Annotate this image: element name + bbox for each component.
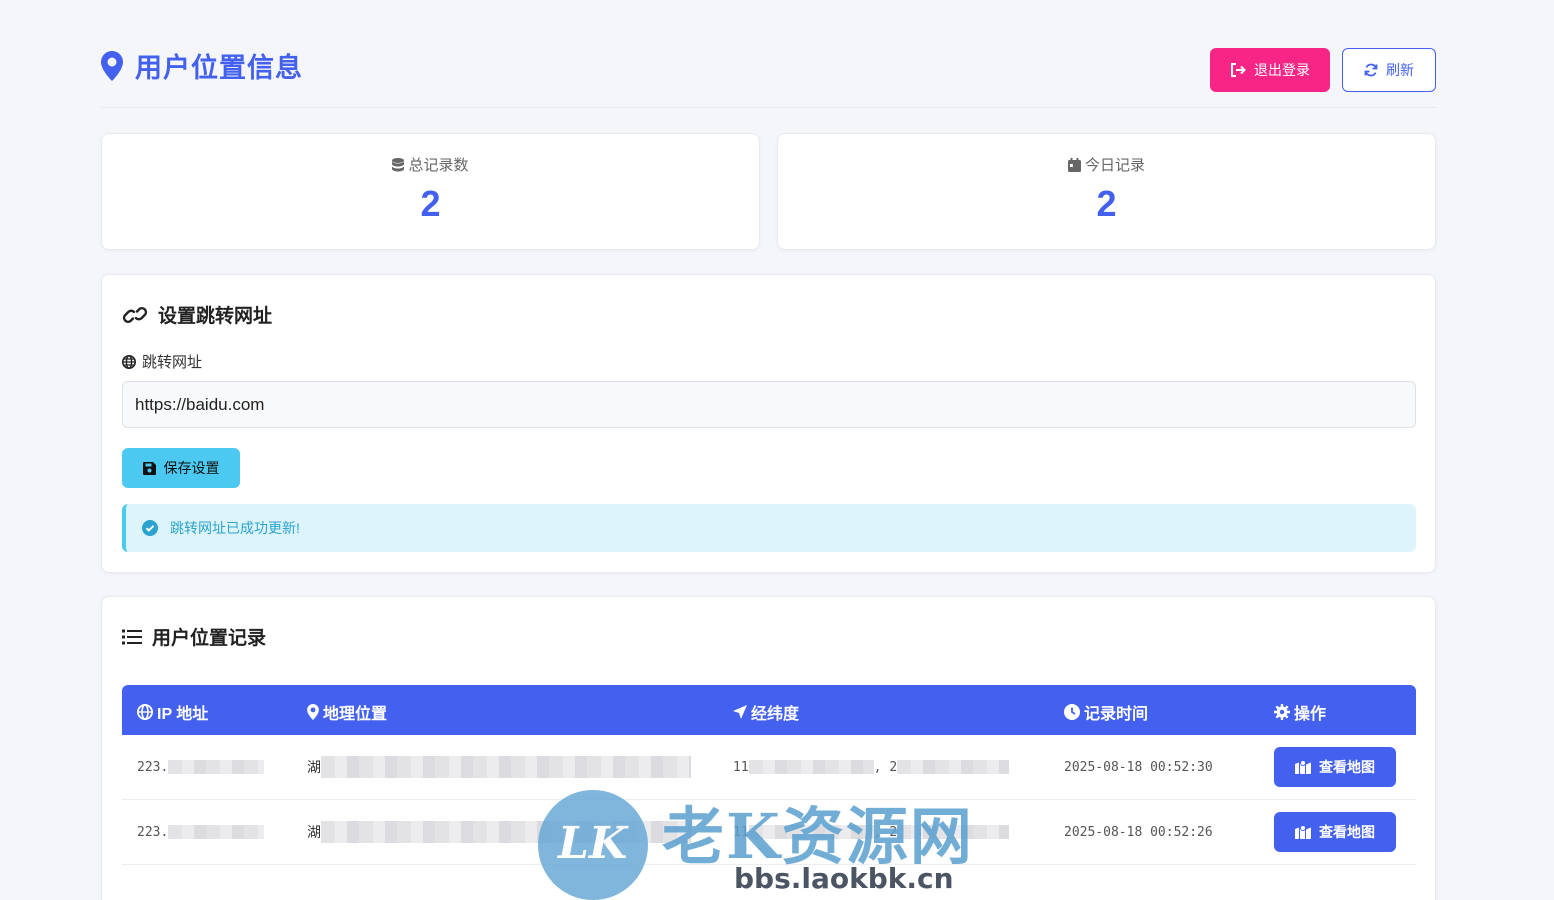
globe-icon [137, 704, 153, 720]
redirect-settings-card: 设置跳转网址 跳转网址 保存设置 跳转网址已成功更新! [101, 274, 1436, 573]
ip-cell: 223. [137, 735, 265, 799]
stat-total-label: 总记录数 [408, 157, 469, 174]
page-header: 用户位置信息 退出登录 刷新 [101, 0, 1436, 108]
table-row: 223. 湖 11, 2 2025-08-18 00:52:26 查看地图 [122, 800, 1416, 865]
redirect-url-input[interactable] [122, 381, 1416, 428]
time-cell: 2025-08-18 00:52:26 [1064, 824, 1213, 840]
link-icon [122, 306, 148, 323]
stat-card-total: 总记录数 2 [101, 133, 760, 250]
action-cell: 查看地图 [1274, 800, 1396, 864]
save-settings-button[interactable]: 保存设置 [122, 448, 240, 488]
redacted-block [168, 760, 265, 774]
gear-icon [1274, 704, 1290, 720]
table-header: IP 地址 地理位置 经纬度 记录时间 操作 [122, 685, 1416, 735]
redacted-block [168, 825, 265, 839]
page-title: 用户位置信息 [101, 46, 303, 85]
map-pin-icon [101, 50, 123, 81]
success-alert-text: 跳转网址已成功更新! [170, 520, 300, 536]
stat-today-label: 今日记录 [1084, 157, 1145, 174]
records-title-text: 用户位置记录 [152, 628, 267, 649]
view-map-button[interactable]: 查看地图 [1274, 747, 1396, 787]
page-container: 用户位置信息 退出登录 刷新 总记录数 2 今日记录 2 设置跳转网址 跳转网址… [101, 0, 1436, 900]
refresh-icon [1364, 63, 1378, 77]
column-coordinates: 经纬度 [733, 700, 799, 724]
clock-icon [1064, 704, 1080, 720]
time-cell: 2025-08-18 00:52:30 [1064, 759, 1213, 775]
success-alert: 跳转网址已成功更新! [122, 504, 1416, 552]
redacted-block [321, 756, 691, 778]
stat-card-today: 今日记录 2 [777, 133, 1436, 250]
save-icon [142, 461, 156, 475]
column-location: 地理位置 [307, 700, 387, 724]
calendar-icon [1067, 157, 1081, 172]
column-actions: 操作 [1274, 700, 1326, 724]
ip-cell: 223. [137, 800, 265, 864]
redacted-block [321, 821, 691, 843]
column-ip: IP 地址 [137, 700, 208, 724]
records-title: 用户位置记录 [122, 623, 266, 650]
location-cell: 湖 [307, 735, 691, 799]
globe-icon [122, 354, 136, 369]
records-card: 用户位置记录 IP 地址 地理位置 经纬度 记录时间 操作 223. 湖 11 … [101, 596, 1436, 900]
redacted-block [897, 825, 1010, 839]
stats-row: 总记录数 2 今日记录 2 [101, 133, 1436, 250]
redirect-url-label-text: 跳转网址 [142, 354, 203, 371]
check-circle-icon [142, 520, 158, 536]
redirect-url-label: 跳转网址 [122, 351, 202, 372]
action-cell: 查看地图 [1274, 735, 1396, 799]
refresh-label: 刷新 [1386, 62, 1414, 78]
coordinates-cell: 11, 2 [733, 800, 1010, 864]
stat-total-value: 2 [420, 183, 441, 224]
map-marked-icon [1295, 825, 1311, 839]
map-pin-icon [307, 704, 319, 720]
refresh-button[interactable]: 刷新 [1342, 48, 1436, 92]
column-time: 记录时间 [1064, 700, 1148, 724]
records-table: IP 地址 地理位置 经纬度 记录时间 操作 223. 湖 11 , 2 202… [122, 685, 1416, 865]
save-settings-label: 保存设置 [163, 460, 220, 476]
sign-out-icon [1231, 63, 1246, 77]
settings-title: 设置跳转网址 [122, 301, 272, 328]
stat-today-value: 2 [1096, 183, 1117, 224]
table-row: 223. 湖 11, 2 2025-08-18 00:52:30 查看地图 [122, 735, 1416, 800]
page-title-text: 用户位置信息 [135, 53, 303, 83]
settings-title-text: 设置跳转网址 [158, 306, 273, 327]
logout-button[interactable]: 退出登录 [1210, 48, 1330, 92]
list-icon [122, 629, 142, 644]
redacted-block [748, 760, 874, 774]
coordinates-cell: 11, 2 [733, 735, 1010, 799]
logout-label: 退出登录 [1254, 62, 1310, 78]
map-marked-icon [1295, 760, 1311, 774]
location-arrow-icon [733, 705, 747, 719]
redacted-block [748, 825, 874, 839]
redacted-block [897, 760, 1010, 774]
database-icon [392, 157, 405, 171]
view-map-button[interactable]: 查看地图 [1274, 812, 1396, 852]
location-cell: 湖 [307, 800, 691, 864]
